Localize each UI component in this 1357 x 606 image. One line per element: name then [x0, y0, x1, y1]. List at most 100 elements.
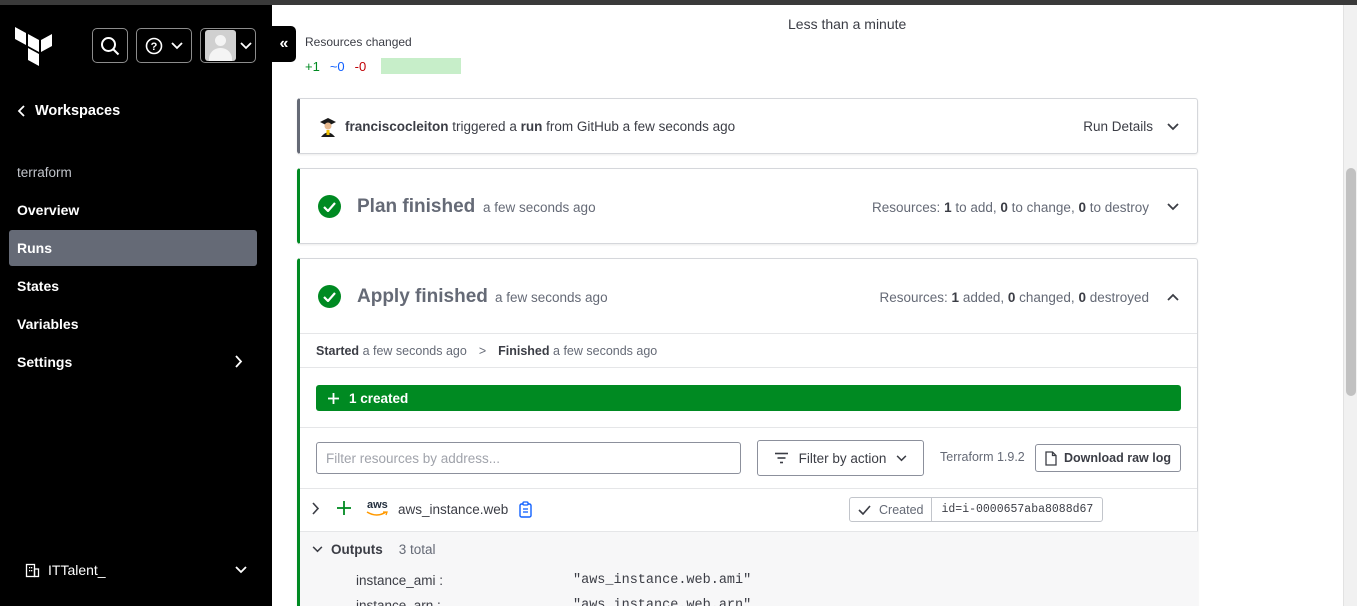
organization-switcher[interactable]: ITTalent_	[25, 562, 247, 578]
help-menu-button[interactable]: ?	[136, 28, 192, 63]
apply-time: a few seconds ago	[495, 290, 608, 305]
resource-row[interactable]: aws aws_instance.web Created id=i-000065…	[300, 489, 1198, 531]
terraform-logo-icon[interactable]	[15, 27, 53, 69]
plus-icon	[328, 392, 339, 404]
organization-name: ITTalent_	[48, 562, 106, 578]
chevron-down-icon[interactable]	[1167, 203, 1179, 211]
run-trigger-card: franciscocleiton triggered a run from Gi…	[297, 98, 1198, 154]
resources-destroyed-count: -0	[354, 58, 367, 74]
resources-changed-summary: +1 ~0 -0	[305, 58, 462, 74]
trigger-text-part: from GitHub a few seconds ago	[542, 119, 736, 134]
chevron-down-icon	[1167, 122, 1179, 130]
workspaces-label: Workspaces	[35, 103, 121, 119]
finished-label: Finished	[498, 344, 550, 358]
chevron-down-icon	[171, 41, 183, 49]
page-scrollbar[interactable]	[1343, 5, 1357, 606]
sidebar-item-label: Settings	[17, 354, 73, 370]
sidebar-item-label: Overview	[17, 202, 80, 218]
check-circle-icon	[318, 195, 341, 218]
created-summary-label: 1 created	[349, 390, 409, 406]
arrow-right-icon: >	[478, 344, 487, 358]
started-label: Started	[316, 344, 360, 358]
chevron-down-icon	[896, 454, 907, 461]
output-value: "aws_instance.web.ami"	[573, 573, 752, 588]
workspace-name: terraform	[17, 165, 72, 180]
avatar	[204, 30, 236, 61]
filter-by-action-label: Filter by action	[798, 450, 887, 466]
search-button[interactable]	[92, 28, 128, 63]
download-raw-log-button[interactable]: Download raw log	[1035, 444, 1181, 472]
outputs-count: 3 total	[398, 542, 436, 557]
double-chevron-left-icon: «	[279, 35, 289, 52]
sidebar-item-settings[interactable]: Settings	[9, 344, 257, 380]
sidebar-item-states[interactable]: States	[9, 268, 257, 304]
resource-status-badge: Created id=i-0000657aba8088d67	[849, 497, 1104, 522]
outputs-toggle[interactable]: Outputs 3 total	[312, 542, 436, 557]
apply-finished-card: Apply finished a few seconds ago Resourc…	[297, 258, 1198, 606]
resources-changed-label: Resources changed	[305, 35, 412, 49]
chevron-right-icon[interactable]	[312, 502, 320, 515]
filter-resources-input[interactable]	[316, 442, 741, 474]
download-raw-log-label: Download raw log	[1064, 451, 1171, 465]
divider	[300, 367, 1197, 368]
sidebar: ? Workspaces terraform Overview Runs Sta…	[0, 5, 272, 606]
resource-id: id=i-0000657aba8088d67	[941, 503, 1094, 516]
started-time: a few seconds ago	[362, 344, 467, 358]
divider	[300, 427, 1197, 428]
outputs-section: Outputs 3 total instance_ami : "aws_inst…	[300, 531, 1198, 606]
resources-changed-count: ~0	[329, 58, 345, 74]
apply-resources-summary: Resources: 1 added, 0 changed, 0 destroy…	[879, 290, 1149, 305]
terraform-version: Terraform 1.9.2	[940, 450, 1025, 464]
trigger-text-part: triggered a	[448, 119, 521, 134]
plan-resources-summary: Resources: 1 to add, 0 to change, 0 to d…	[872, 200, 1149, 215]
user-avatar-icon	[320, 118, 336, 137]
resource-status-label: Created	[879, 502, 924, 517]
chevron-left-icon	[17, 105, 25, 117]
divider	[300, 333, 1197, 334]
sidebar-item-variables[interactable]: Variables	[9, 306, 257, 342]
output-value: "aws_instance.web.arn"	[573, 598, 752, 606]
aws-smile-icon	[366, 511, 388, 516]
trigger-run-link[interactable]: run	[521, 119, 543, 134]
trigger-user-link[interactable]: franciscocleiton	[345, 119, 449, 134]
sidebar-item-label: Variables	[17, 316, 79, 332]
copy-address-icon[interactable]	[518, 501, 534, 518]
resources-changed-bar	[381, 58, 462, 74]
chevron-right-icon	[235, 355, 243, 368]
plus-icon	[337, 501, 351, 515]
filter-by-action-button[interactable]: Filter by action	[757, 440, 924, 476]
check-icon	[858, 504, 871, 515]
chevron-down-icon	[235, 566, 247, 574]
file-icon	[1045, 450, 1057, 466]
search-icon	[101, 36, 120, 55]
sidebar-item-runs[interactable]: Runs	[9, 230, 257, 266]
run-details-label: Run Details	[1083, 119, 1153, 134]
chevron-down-icon	[239, 41, 252, 49]
help-icon: ?	[145, 37, 163, 54]
chevron-up-icon[interactable]	[1167, 293, 1179, 301]
svg-text:?: ?	[151, 41, 158, 53]
resource-name: aws_instance.web	[398, 502, 509, 517]
outputs-label: Outputs	[331, 542, 383, 557]
output-key: instance_ami :	[356, 573, 444, 588]
collapse-sidebar-button[interactable]: «	[272, 26, 296, 62]
chevron-down-icon	[312, 546, 323, 553]
sidebar-item-overview[interactable]: Overview	[9, 192, 257, 228]
user-menu-button[interactable]	[200, 28, 256, 63]
plan-finished-card[interactable]: Plan finished a few seconds ago Resource…	[297, 168, 1198, 244]
plan-time: a few seconds ago	[483, 200, 596, 215]
finished-time: a few seconds ago	[553, 344, 658, 358]
output-key: instance_arn :	[356, 598, 441, 606]
filter-icon	[774, 452, 788, 464]
resources-added-count: +1	[305, 58, 320, 74]
created-summary-bar[interactable]: 1 created	[316, 385, 1181, 411]
plan-title: Plan finished	[357, 196, 476, 217]
workspaces-back-link[interactable]: Workspaces	[17, 103, 120, 119]
run-trigger-text: franciscocleiton triggered a run from Gi…	[345, 119, 735, 134]
scrollbar-thumb[interactable]	[1346, 168, 1356, 396]
sidebar-item-label: States	[17, 278, 60, 294]
apply-timeline: Started a few seconds ago > Finished a f…	[316, 344, 657, 358]
aws-logo-icon: aws	[367, 499, 388, 511]
sidebar-item-label: Runs	[17, 240, 52, 256]
run-details-toggle[interactable]: Run Details	[1083, 119, 1179, 134]
